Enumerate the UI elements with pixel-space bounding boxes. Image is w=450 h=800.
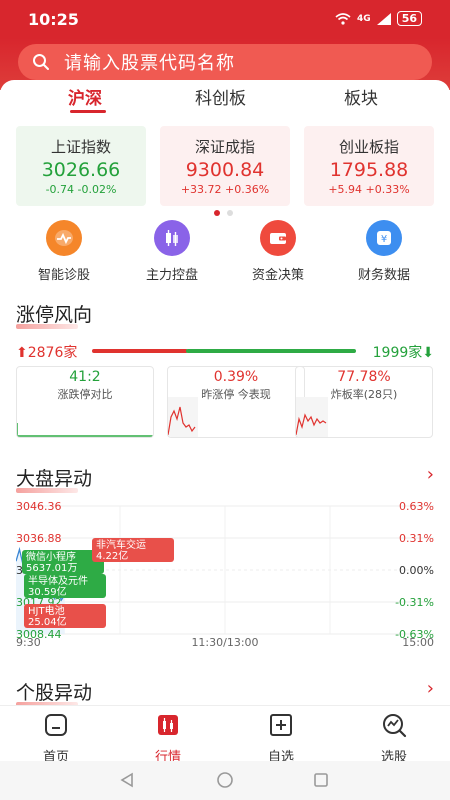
svg-text:¥: ¥ [381, 234, 387, 245]
search-bar[interactable]: 请输入股票代码名称 [18, 44, 432, 80]
break-rate-card[interactable]: 77.78% 炸板率(28只) [295, 366, 433, 438]
index-change: -0.74 -0.02% [45, 183, 117, 196]
carousel-dot[interactable] [227, 210, 233, 216]
index-name: 创业板指 [338, 138, 399, 156]
y-axis-label-left: 3036.88 [16, 532, 62, 545]
chart-canvas: 3046.363036.883027.403017.923008.440.63%… [15, 500, 434, 649]
stock-more-arrow[interactable]: › [427, 678, 434, 699]
bottom-nav: 首页 行情 自选 选股 [0, 705, 450, 765]
wifi-icon [335, 12, 351, 25]
battery-indicator: 56 [396, 11, 422, 26]
status-icons: 4G 56 [335, 11, 422, 26]
back-icon[interactable] [118, 771, 136, 789]
card-value: 41:2 [69, 369, 101, 385]
index-card-shenzhen[interactable]: 深证成指 9300.84 +33.72 +0.36% [160, 126, 290, 206]
carousel-dot-active [214, 210, 220, 216]
market-more-arrow[interactable]: › [427, 464, 434, 485]
home-icon [45, 714, 67, 736]
down-count: 1999家⬇ [372, 345, 434, 361]
feature-label: 资金决策 [251, 268, 304, 283]
nav-market[interactable]: 行情 [128, 712, 208, 765]
y-axis-label-right: 0.00% [399, 564, 434, 577]
up-count: ⬆2876家 [16, 345, 78, 361]
down-ratio-bar [186, 349, 356, 353]
index-name: 深证成指 [194, 138, 255, 156]
network-type: 4G [357, 13, 371, 24]
arrow-down-icon: ⬇ [422, 345, 434, 361]
status-bar: 10:25 4G 56 [0, 0, 450, 38]
index-change: +33.72 +0.36% [180, 183, 270, 196]
recents-icon[interactable] [312, 771, 330, 789]
market-tabs: 沪深 科创板 板块 [0, 84, 450, 114]
annotation-text: 5637.01万 [26, 563, 77, 574]
nav-watchlist[interactable]: 自选 [241, 712, 321, 765]
y-axis-label-left: 3046.36 [16, 500, 62, 513]
stock-section-title: 个股异动 [16, 678, 92, 707]
nav-home[interactable]: 首页 [16, 712, 96, 765]
add-watchlist-icon [270, 714, 292, 736]
up-down-ratio: ⬆2876家 1999家⬇ [16, 342, 434, 362]
annotation-text: 30.59亿 [28, 585, 67, 598]
up-ratio-bar [92, 349, 188, 353]
yen-card-icon: ¥ [366, 220, 402, 256]
mini-chart [168, 397, 198, 437]
feature-label: 财务数据 [357, 268, 410, 283]
x-axis-label: 15:00 [402, 636, 434, 648]
status-time: 10:25 [28, 10, 79, 29]
y-axis-label-right: 0.63% [399, 500, 434, 513]
x-axis-label: 9:30 [16, 636, 41, 648]
annotation-text: 25.04亿 [28, 615, 67, 628]
mini-chart [17, 423, 153, 437]
signal-icon [376, 12, 391, 25]
home-circle-icon[interactable] [216, 771, 234, 789]
tab-shanghai-shenzhen[interactable]: 沪深 [68, 84, 102, 109]
index-value: 9300.84 [185, 159, 265, 181]
index-change: +5.94 +0.33% [328, 183, 410, 196]
active-tab-indicator [70, 110, 106, 113]
main-panel: 沪深 科创板 板块 上证指数 3026.66 -0.74 -0.02% 深证成指… [0, 80, 450, 707]
carousel-dots [214, 210, 233, 216]
system-nav-bar [0, 761, 450, 800]
nav-stock-picker[interactable]: 选股 [354, 712, 434, 765]
annotation-text: 非汽车交运 [96, 538, 146, 551]
feature-financial-data[interactable]: ¥ 财务数据 [344, 220, 424, 283]
card-value: 77.78% [337, 369, 391, 385]
y-axis-label-right: -0.31% [395, 596, 434, 609]
annotation-text: 半导体及元件 [28, 574, 88, 587]
search-input[interactable]: 请输入股票代码名称 [64, 49, 235, 75]
card-value: 0.39% [213, 369, 259, 385]
limit-section-title: 涨停风向 [16, 300, 92, 329]
index-value: 1795.88 [329, 159, 409, 181]
card-desc: 涨跌停对比 [57, 388, 113, 401]
market-section-title: 大盘异动 [16, 464, 92, 493]
index-name: 上证指数 [50, 138, 111, 156]
index-card-chinext[interactable]: 创业板指 1795.88 +5.94 +0.33% [304, 126, 434, 206]
index-card-shanghai[interactable]: 上证指数 3026.66 -0.74 -0.02% [16, 126, 146, 206]
search-icon [33, 54, 49, 70]
tab-star-market[interactable]: 科创板 [195, 84, 246, 109]
index-value: 3026.66 [41, 159, 121, 181]
limit-ratio-card[interactable]: 41:2 涨跌停对比 [16, 366, 154, 438]
x-axis-label: 11:30/13:00 [191, 636, 258, 648]
y-axis-label-right: 0.31% [399, 532, 434, 545]
feature-label: 智能诊股 [37, 268, 90, 283]
wallet-icon [260, 220, 296, 256]
pulse-icon [46, 220, 82, 256]
mini-chart [296, 397, 328, 437]
market-icon [158, 715, 178, 735]
feature-fund-decision[interactable]: 资金决策 [238, 220, 318, 283]
candlestick-icon [154, 220, 190, 256]
annotation-text: 微信小程序 [26, 550, 76, 563]
annotation-text: 4.22亿 [96, 549, 128, 562]
arrow-up-icon: ⬆ [16, 345, 28, 361]
feature-label: 主力控盘 [145, 268, 198, 283]
feature-main-control[interactable]: 主力控盘 [132, 220, 212, 283]
feature-smart-diagnosis[interactable]: 智能诊股 [24, 220, 104, 283]
annotation-text: HJT电池 [28, 604, 65, 617]
stock-picker-icon [383, 714, 407, 738]
yesterday-limit-card[interactable]: 0.39% 昨涨停 今表现 [167, 366, 305, 438]
market-intraday-chart[interactable]: 3046.363036.883027.403017.923008.440.63%… [15, 498, 434, 649]
tab-sectors[interactable]: 板块 [344, 84, 378, 109]
